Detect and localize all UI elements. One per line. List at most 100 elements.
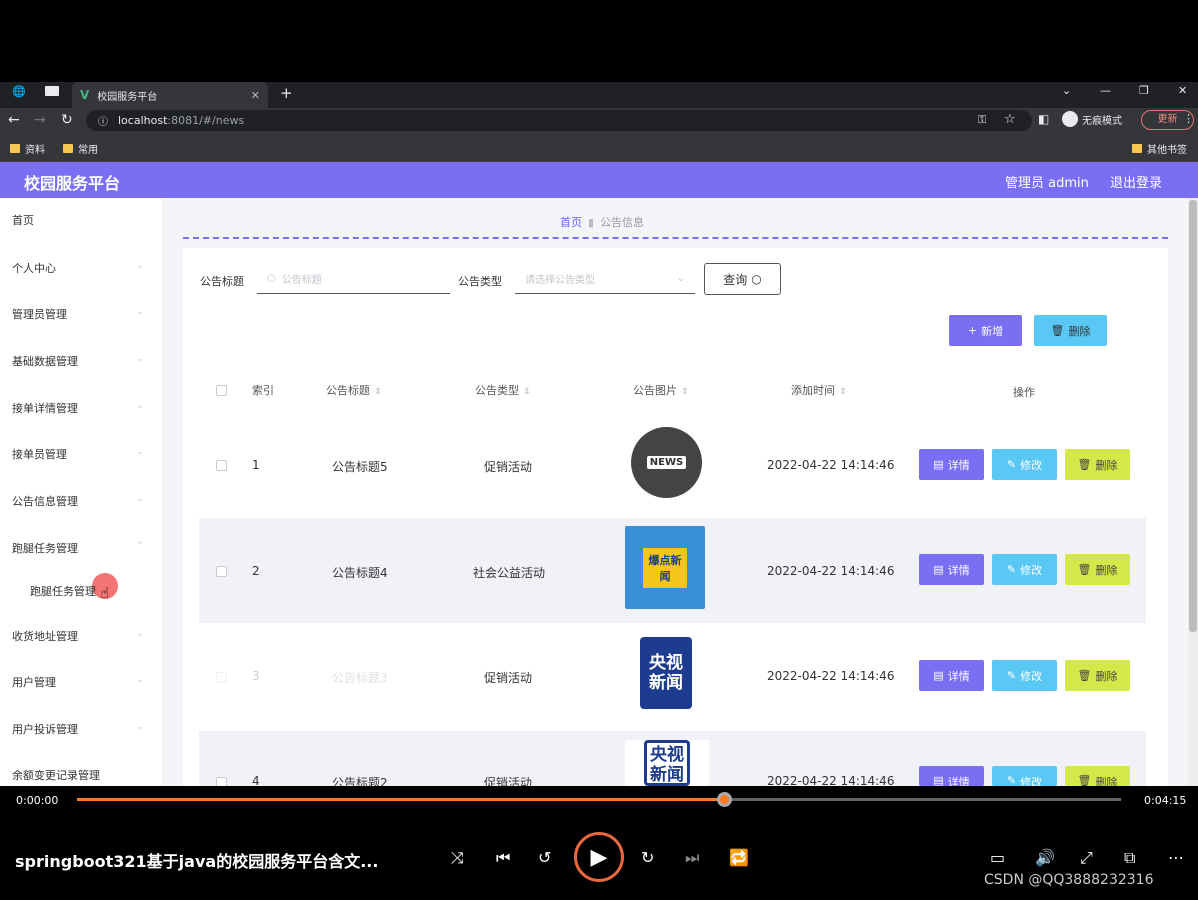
menu-kebab-icon[interactable]: ⋮ [1183, 112, 1194, 125]
seek-handle[interactable] [717, 792, 732, 807]
page-scrollbar-thumb[interactable] [1189, 200, 1197, 632]
delete-button[interactable]: 🗑 删除 [1065, 449, 1130, 480]
sidebar-item-home[interactable]: 首页 [12, 212, 34, 228]
forward-icon[interactable]: → [34, 112, 46, 128]
restore-button[interactable]: ❐ [1139, 84, 1149, 97]
repeat-off-icon[interactable]: 🔁 [729, 848, 749, 867]
play-button[interactable]: ▶ [574, 832, 624, 882]
sidebar-item-profile[interactable]: 个人中心 [12, 260, 56, 276]
logout-link[interactable]: 退出登录 [1110, 172, 1162, 191]
detail-button[interactable]: ▤ 详情 [919, 449, 984, 480]
tab-list-icon[interactable]: ⌄ [1062, 84, 1071, 97]
sort-icon[interactable]: ⇕ [681, 387, 689, 397]
query-button[interactable]: 查询 ○ [704, 263, 781, 295]
back-icon[interactable]: ← [8, 112, 20, 128]
title-filter-label: 公告标题 [200, 275, 244, 288]
info-icon[interactable]: ⓘ [98, 113, 108, 128]
sidebar-item-notice[interactable]: 公告信息管理 [12, 493, 78, 509]
globe-icon[interactable]: 🌐 [12, 85, 26, 98]
sort-icon[interactable]: ⇕ [374, 387, 382, 397]
edit-button[interactable]: ✎ 修改 [992, 766, 1057, 789]
other-bookmarks-label: 其他书签 [1147, 145, 1187, 156]
minimize-button[interactable]: — [1100, 84, 1111, 97]
delete-button[interactable]: 🗑 删除 [1065, 766, 1130, 789]
reload-icon[interactable]: ↻ [61, 112, 73, 128]
sidebar-item-users[interactable]: 用户管理 [12, 674, 56, 690]
bookmark-folder-1[interactable]: 资料 [10, 141, 45, 156]
row-checkbox[interactable] [216, 460, 227, 471]
type-select[interactable]: 请选择公告类型 ⌄ [515, 263, 695, 294]
key-icon[interactable]: ⚿ [978, 113, 986, 127]
chevron-down-icon: ⌄ [676, 272, 685, 284]
row-time: 2022-04-22 14:14:46 [767, 458, 895, 472]
sidebar-item-balance[interactable]: 余额变更记录管理 [12, 767, 100, 783]
col-header-type[interactable]: 公告类型 ⇕ [475, 382, 531, 398]
sidebar-item-complaints[interactable]: 用户投诉管理 [12, 721, 78, 737]
sidebar-subitem-errand[interactable]: 跑腿任务管理 [30, 583, 96, 599]
sidebar-item-admin[interactable]: 管理员管理 [12, 306, 67, 322]
chevron-down-icon: ⌄ [136, 401, 144, 411]
row-checkbox[interactable] [216, 672, 227, 683]
url-input[interactable]: ⓘ localhost:8081/#/news [86, 110, 1032, 131]
detail-button[interactable]: ▤ 详情 [919, 660, 984, 691]
edit-label: 修改 [1020, 669, 1043, 683]
forward-30-icon[interactable]: ↻ [641, 848, 654, 867]
sidebar-item-order-detail[interactable]: 接单详情管理 [12, 400, 78, 416]
row-image[interactable]: 央视新闻 [640, 637, 692, 709]
previous-icon[interactable]: ⏮ [496, 848, 510, 868]
breadcrumb-home[interactable]: 首页 [560, 216, 582, 229]
more-options-icon[interactable]: ⋯ [1168, 848, 1184, 867]
search-icon: ○ [267, 272, 276, 284]
hand-cursor-icon: ☝ [100, 584, 110, 602]
total-time: 0:04:15 [1144, 794, 1187, 807]
subtitles-icon[interactable]: ▭ [990, 848, 1005, 867]
add-button[interactable]: + 新增 [949, 315, 1022, 346]
sidebar-item-courier[interactable]: 接单员管理 [12, 446, 67, 462]
chevron-down-icon: ⌄ [136, 447, 144, 457]
volume-icon[interactable]: 🔊 [1035, 848, 1055, 867]
close-window-button[interactable]: ✕ [1178, 84, 1187, 97]
sidebar-item-basic-data[interactable]: 基础数据管理 [12, 353, 78, 369]
row-image[interactable]: 央视新闻 [625, 740, 709, 786]
sort-icon[interactable]: ⇕ [523, 387, 531, 397]
watermark: CSDN @QQ3888232316 [984, 872, 1154, 888]
detail-button[interactable]: ▤ 详情 [919, 554, 984, 585]
pencil-icon: ✎ [1006, 669, 1017, 682]
row-image[interactable]: 爆点新闻 [625, 526, 705, 609]
sidepanel-icon[interactable]: ◧ [1038, 112, 1049, 126]
detail-button[interactable]: ▤ 详情 [919, 766, 984, 789]
edit-button[interactable]: ✎ 修改 [992, 660, 1057, 691]
row-time: 2022-04-22 14:14:46 [767, 564, 895, 578]
shuffle-icon[interactable]: ⤨ [451, 848, 464, 868]
new-tab-button[interactable]: + [280, 84, 293, 102]
tab-search-icon[interactable] [45, 86, 59, 96]
close-tab-icon[interactable]: ✕ [251, 89, 260, 102]
browser-tab[interactable]: V 校园服务平台 ✕ [72, 82, 268, 108]
col-header-time[interactable]: 添加时间 ⇕ [791, 382, 847, 398]
mini-player-icon[interactable]: ⧉ [1124, 848, 1135, 868]
bookmark-folder-2[interactable]: 常用 [63, 141, 98, 156]
tab-title: 校园服务平台 [97, 91, 158, 103]
col-header-title[interactable]: 公告标题 ⇕ [326, 382, 382, 398]
title-search-input[interactable]: ○ 公告标题 [257, 263, 450, 294]
star-icon[interactable]: ☆ [1004, 112, 1016, 127]
row-index: 1 [252, 458, 260, 472]
plus-icon: + [967, 324, 978, 337]
next-icon[interactable]: ⏭ [685, 848, 699, 868]
incognito-indicator[interactable]: 无痕模式 [1062, 111, 1122, 127]
sidebar-item-errand[interactable]: 跑腿任务管理 [12, 540, 78, 556]
sort-icon[interactable]: ⇕ [839, 387, 847, 397]
edit-button[interactable]: ✎ 修改 [992, 449, 1057, 480]
delete-button[interactable]: 🗑 删除 [1065, 660, 1130, 691]
batch-delete-button[interactable]: 🗑 删除 [1034, 315, 1107, 346]
row-checkbox[interactable] [216, 566, 227, 577]
edit-button[interactable]: ✎ 修改 [992, 554, 1057, 585]
other-bookmarks[interactable]: 其他书签 [1132, 141, 1187, 156]
col-header-image[interactable]: 公告图片 ⇕ [633, 382, 689, 398]
row-image[interactable]: NEWS [631, 427, 702, 498]
sidebar-item-address[interactable]: 收货地址管理 [12, 628, 78, 644]
rewind-10-icon[interactable]: ↺ [538, 848, 551, 867]
fullscreen-icon[interactable]: ⤢ [1080, 848, 1093, 868]
delete-button[interactable]: 🗑 删除 [1065, 554, 1130, 585]
select-all-checkbox[interactable] [216, 385, 227, 396]
